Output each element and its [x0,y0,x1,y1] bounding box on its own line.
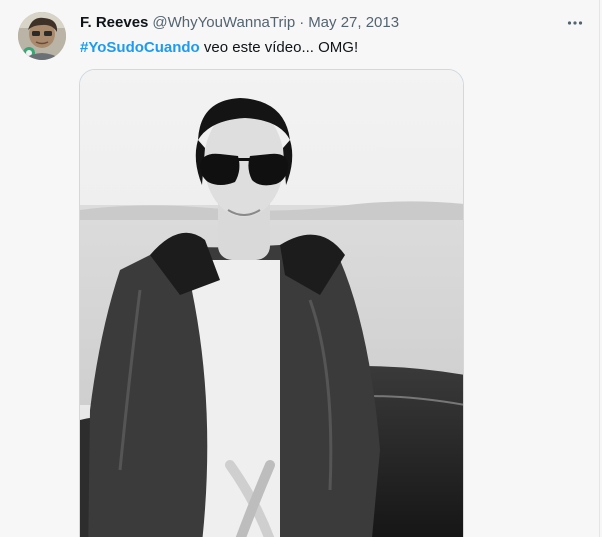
tweet-date[interactable]: May 27, 2013 [308,13,399,33]
avatar-image [18,12,66,60]
hashtag-link[interactable]: #YoSudoCuando [80,39,200,56]
tweet-media[interactable] [79,69,464,537]
tweet-photo [80,70,463,537]
timeline-page: F. Reeves @WhyYouWannaTrip · May 27, 201… [0,0,602,537]
tweet-body-text: veo este vídeo... OMG! [199,39,359,56]
more-dots-icon [567,21,583,25]
avatar[interactable] [18,12,66,60]
more-options-button[interactable] [562,12,588,34]
author-display-name[interactable]: F. Reeves [80,13,148,33]
tweet-header: F. Reeves @WhyYouWannaTrip · May 27, 201… [80,13,399,33]
author-handle[interactable]: @WhyYouWannaTrip [152,13,295,33]
header-separator: · [299,14,305,31]
tweet[interactable]: F. Reeves @WhyYouWannaTrip · May 27, 201… [0,0,600,537]
tweet-text: #YoSudoCuando veo este vídeo... OMG! [80,37,358,59]
